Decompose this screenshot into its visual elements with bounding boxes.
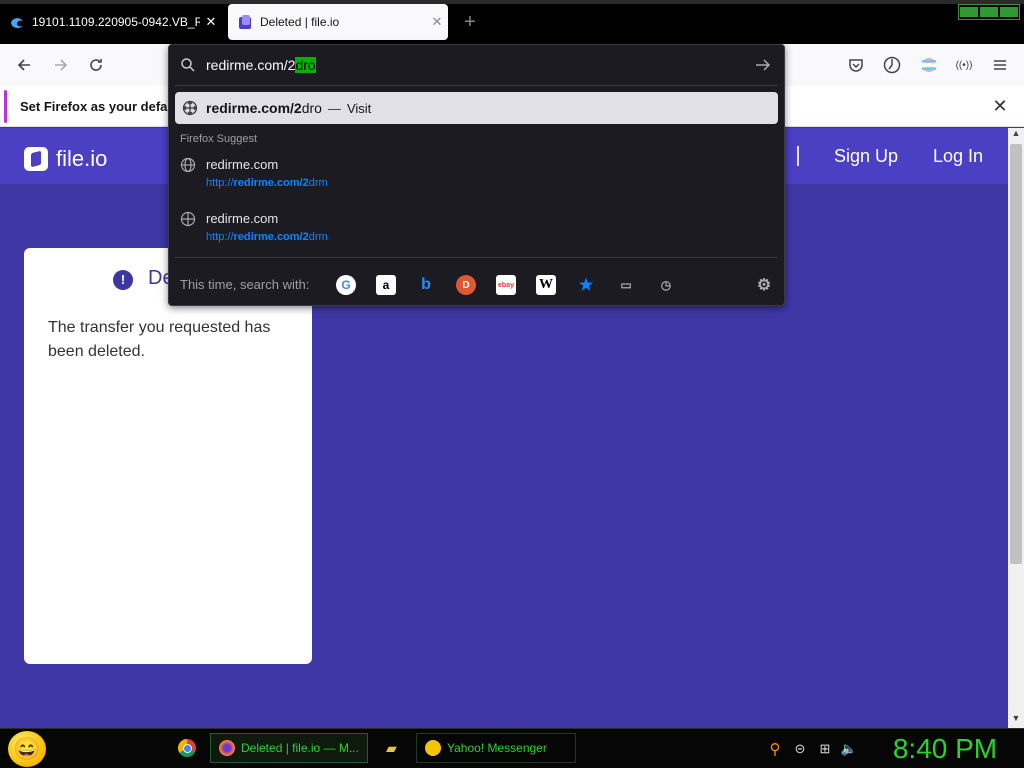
google-icon[interactable]: G [336, 275, 356, 295]
broadcast-icon: ((•)) [955, 59, 973, 71]
tab-strip: 19101.1109.220905-0942.VB_REL ✕ Deleted … [0, 0, 1024, 44]
suggestion-url: http://redirme.com/2drm [206, 231, 328, 243]
pocket-icon [849, 59, 863, 72]
extension-button-2[interactable]: ((•)) [951, 52, 977, 78]
fileio-favicon-icon [238, 15, 252, 29]
bing-icon[interactable]: b [416, 275, 436, 295]
typed-text: redirme.com/2 [206, 57, 296, 73]
start-button-smiley-icon[interactable]: 😄 [8, 731, 46, 767]
notification-text: Set Firefox as your default [20, 99, 184, 114]
search-icon [181, 58, 195, 72]
address-bar[interactable]: redirme.com/2dro [169, 45, 784, 85]
tray-search-icon[interactable]: ⚲ [767, 741, 783, 758]
visit-dash: — [327, 100, 341, 116]
bookmarks-star-icon[interactable]: ★ [576, 275, 596, 295]
gear-icon[interactable]: ⚙ [754, 275, 774, 295]
address-input[interactable]: redirme.com/2dro [206, 57, 316, 73]
back-button[interactable] [11, 52, 37, 78]
tab-deleted-fileio[interactable]: Deleted | file.io ✕ [228, 4, 448, 40]
chrome-icon[interactable] [178, 739, 196, 757]
reload-button[interactable] [83, 52, 109, 78]
visit-action: Visit [346, 100, 372, 116]
task-label: Yahoo! Messenger [447, 741, 547, 755]
address-bar-dropdown: redirme.com/2dro redirme.com/2 dro — Visi… [168, 44, 785, 306]
amazon-icon[interactable]: a [376, 275, 396, 295]
tray-network-icon[interactable]: ⊞ [817, 741, 833, 757]
minimize-button[interactable] [960, 7, 978, 17]
search-with-bar: This time, search with: G a b D ebay W ★… [169, 267, 784, 305]
page-scrollbar[interactable]: ▲ ▼ [1008, 128, 1024, 728]
suggestion-url: http://redirme.com/2drm [206, 177, 328, 189]
deleted-card: ! Deleted The transfer you requested has… [24, 248, 312, 664]
card-message: The transfer you requested has been dele… [48, 319, 271, 360]
reload-icon [90, 59, 102, 71]
scroll-down-icon[interactable]: ▼ [1008, 713, 1024, 727]
taskbar-yahoo-task[interactable]: Yahoo! Messenger [416, 733, 576, 763]
signup-link[interactable]: Sign Up [834, 146, 898, 167]
clock[interactable]: 8:40 PM [870, 731, 1020, 767]
hamburger-menu-icon [994, 60, 1006, 70]
suggestion-title: redirme.com [206, 211, 279, 226]
arrow-right-icon [55, 59, 68, 71]
notification-close-icon[interactable]: ✕ [990, 96, 1010, 116]
login-link[interactable]: Log In [933, 146, 983, 167]
task-label: Deleted | file.io — M... [241, 741, 359, 755]
visit-url-rest: dro [301, 100, 322, 116]
suggestion-title: redirme.com [206, 157, 279, 172]
edge-favicon-icon [10, 15, 24, 29]
extension-flag-icon [922, 58, 936, 72]
extension-button[interactable] [916, 52, 942, 78]
menu-button[interactable] [987, 52, 1013, 78]
tab-vb-rel[interactable]: 19101.1109.220905-0942.VB_REL ✕ [0, 4, 222, 40]
suggestion-row[interactable]: redirme.com http://redirme.com/2drm [175, 205, 778, 253]
alert-icon: ! [113, 270, 133, 290]
tab-close-icon[interactable]: ✕ [426, 14, 448, 30]
maximize-button[interactable] [980, 7, 998, 17]
ebay-icon[interactable]: ebay [496, 275, 516, 295]
globe-icon [180, 157, 196, 173]
tray-volume-icon[interactable]: 🔈 [841, 741, 857, 757]
wikipedia-icon[interactable]: W [536, 275, 556, 295]
tab-label: 19101.1109.220905-0942.VB_REL [32, 15, 200, 29]
window-controls[interactable] [958, 4, 1020, 20]
account-button[interactable] [879, 52, 905, 78]
tab-label: Deleted | file.io [260, 15, 340, 29]
visit-url-bold: redirme.com/2 [206, 100, 302, 116]
firefox-icon [219, 740, 235, 756]
logo-text: file.io [56, 146, 108, 171]
history-icon[interactable]: ◷ [656, 275, 676, 295]
pocket-button[interactable] [843, 52, 869, 78]
tab-close-icon[interactable]: ✕ [200, 14, 222, 30]
move-icon [180, 211, 196, 227]
scroll-thumb[interactable] [1010, 144, 1022, 564]
visit-result-row[interactable]: redirme.com/2 dro — Visit [175, 92, 778, 124]
yahoo-messenger-icon [425, 740, 441, 756]
folder-icon[interactable]: ▰ [384, 733, 406, 763]
duckduckgo-icon[interactable]: D [456, 275, 476, 295]
search-engines-separator [175, 257, 778, 258]
move-icon [182, 100, 198, 116]
site-logo[interactable]: file.io [24, 146, 107, 172]
scroll-up-icon[interactable]: ▲ [1008, 128, 1024, 142]
urlbar-separator [175, 85, 778, 86]
taskbar-firefox-task[interactable]: Deleted | file.io — M... [210, 733, 368, 763]
close-window-button[interactable] [1000, 7, 1018, 17]
notification-accent [4, 90, 7, 123]
search-with-label: This time, search with: [180, 277, 310, 292]
arrow-left-icon [17, 59, 30, 71]
header-divider [797, 146, 799, 166]
go-arrow-icon [756, 59, 771, 71]
account-icon [883, 56, 901, 74]
tabs-icon[interactable]: ▭ [616, 275, 636, 295]
forward-button[interactable] [48, 52, 74, 78]
tray-message-icon[interactable]: ⊝ [792, 741, 808, 757]
taskbar: 😄 Deleted | file.io — M... ▰ Yahoo! Mess… [0, 728, 1024, 768]
new-tab-button[interactable]: + [458, 10, 482, 34]
autocomplete-selection: dro [295, 57, 316, 73]
suggestion-row[interactable]: redirme.com http://redirme.com/2drm [175, 151, 778, 199]
firefox-suggest-label: Firefox Suggest [180, 133, 258, 145]
fileio-logo-icon [24, 147, 48, 171]
